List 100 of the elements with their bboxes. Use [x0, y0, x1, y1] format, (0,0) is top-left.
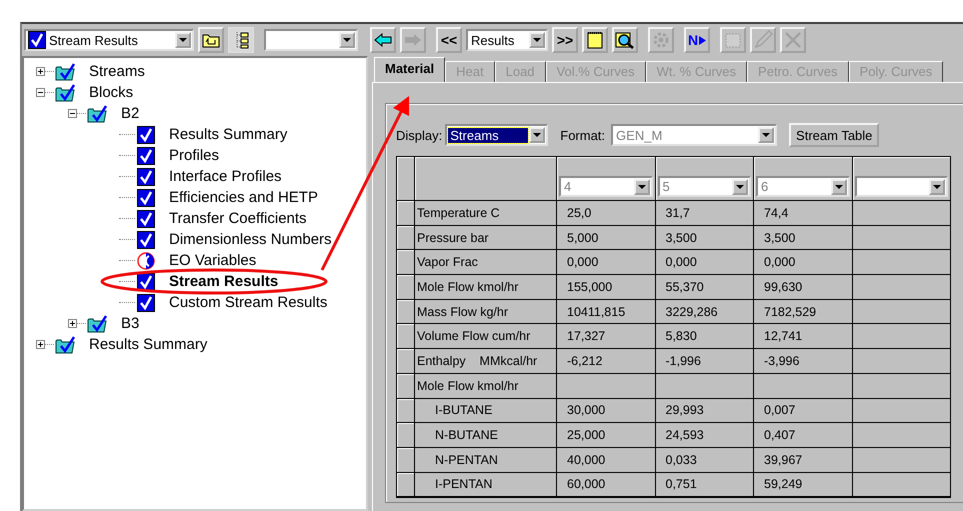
table-cell: Mole Flow kmol/hr: [415, 374, 557, 398]
next-button[interactable]: N: [684, 27, 710, 53]
tree-button[interactable]: [228, 27, 254, 53]
caret-icon: [533, 133, 542, 137]
row-header[interactable]: [397, 472, 415, 498]
tree-item[interactable]: Interface Profiles: [169, 169, 282, 184]
checkbox-icon: [137, 210, 155, 228]
tree-item[interactable]: Efficiencies and HETP: [169, 190, 318, 205]
delete-icon: [784, 31, 802, 49]
table-cell: -1,996: [656, 349, 754, 374]
arrow-icon: [699, 36, 706, 44]
dropdown-button[interactable]: [175, 32, 191, 48]
checkbox-icon: [137, 146, 155, 164]
table-cell: 99,630: [754, 275, 852, 300]
tree-item[interactable]: Stream Results: [169, 274, 278, 289]
table-cell: -3,996: [754, 349, 852, 374]
tree-item[interactable]: Blocks: [89, 85, 134, 100]
dropdown-button[interactable]: [529, 127, 546, 143]
table-cell: Mass Flow kg/hr: [415, 300, 557, 324]
row-header[interactable]: [397, 324, 415, 350]
table-cell: 29,993: [656, 398, 754, 424]
table-cell: 0,000: [754, 250, 852, 276]
tree-item[interactable]: Profiles: [169, 148, 220, 163]
dotted-frame-icon: [724, 31, 742, 49]
table-cell: 25,000: [557, 423, 656, 448]
tree-item[interactable]: Transfer Coefficients: [169, 211, 307, 226]
row-header[interactable]: [397, 349, 415, 374]
stream-dropdown[interactable]: 4: [559, 176, 652, 197]
caret-icon: [638, 184, 646, 188]
folder-check-icon: [87, 104, 107, 122]
dropdown-button[interactable]: [339, 32, 355, 48]
view-dropdown[interactable]: Stream Results: [24, 29, 194, 51]
caret-icon: [834, 184, 842, 188]
table-cell: I-PENTAN: [415, 472, 557, 498]
folder-check-icon: [87, 314, 107, 332]
dropdown-button[interactable]: [529, 32, 545, 48]
display-dropdown[interactable]: Streams: [445, 124, 548, 146]
stream-table-button[interactable]: Stream Table: [789, 123, 880, 147]
tree-item[interactable]: Custom Stream Results: [169, 295, 328, 310]
row-header[interactable]: [397, 398, 415, 424]
table-cell: 3229,286: [656, 300, 754, 324]
row-header[interactable]: [397, 374, 415, 398]
checkbox-icon: [137, 230, 155, 248]
tab[interactable]: Material: [374, 57, 446, 82]
expand-icon[interactable]: [36, 67, 45, 76]
back-button[interactable]: [370, 27, 396, 53]
format-label: Format:: [560, 128, 606, 142]
table-cell: 12,741: [754, 324, 852, 350]
table-cell: Vapor Frac: [415, 250, 557, 276]
expand-icon[interactable]: [36, 340, 45, 349]
expand-icon[interactable]: [68, 319, 77, 328]
table-cell: 5,000: [557, 226, 656, 250]
sheet-dropdown[interactable]: Results: [466, 29, 548, 51]
tree-item[interactable]: EO Variables: [169, 253, 256, 268]
row-header[interactable]: [397, 250, 415, 276]
checkbox-icon: [137, 294, 155, 312]
dropdown-button[interactable]: [732, 178, 748, 194]
tree-item[interactable]: Dimensionless Numbers: [169, 232, 332, 247]
row-header[interactable]: [397, 201, 415, 226]
right-arrow-icon: [404, 33, 422, 47]
inspect-button[interactable]: [612, 27, 638, 53]
row-header[interactable]: [397, 275, 415, 300]
tree-item[interactable]: B3: [121, 316, 140, 331]
gear-icon: [652, 31, 670, 49]
stream-dropdown[interactable]: 5: [658, 176, 751, 197]
dropdown-button[interactable]: [929, 178, 945, 194]
dropdown-button[interactable]: [634, 178, 650, 194]
tree-item[interactable]: Results Summary: [169, 127, 288, 142]
collapse-icon[interactable]: [36, 88, 45, 97]
table-cell: N-PENTAN: [415, 448, 557, 473]
table-cell: Volume Flow cum/hr: [415, 324, 557, 350]
checkbox-icon: [137, 188, 155, 206]
dropdown-field[interactable]: [264, 29, 358, 51]
caret-icon: [762, 133, 770, 137]
tree-item[interactable]: Results Summary: [89, 337, 208, 352]
table-cell: 10411,815: [557, 300, 656, 324]
display-label: Display:: [396, 128, 442, 142]
tree-item[interactable]: Streams: [89, 64, 145, 79]
caret-icon: [736, 184, 744, 188]
row-header[interactable]: [397, 448, 415, 473]
tree-item[interactable]: B2: [121, 106, 140, 121]
table-cell: 3,500: [656, 226, 754, 250]
notes-button[interactable]: [582, 27, 608, 53]
table-cell: 55,370: [656, 275, 754, 300]
table-cell: 0,751: [656, 472, 754, 498]
table-cell: -6,212: [557, 349, 656, 374]
row-header[interactable]: [397, 226, 415, 250]
table-cell: 17,327: [557, 324, 656, 350]
stream-dropdown[interactable]: 6: [756, 176, 850, 197]
left-arrow-icon: [374, 33, 392, 47]
dropdown-button[interactable]: [830, 178, 846, 194]
magnifier-icon: [615, 31, 635, 49]
row-header[interactable]: [397, 423, 415, 448]
caret-icon: [533, 38, 541, 42]
first-button[interactable]: <<: [436, 27, 462, 53]
collapse-icon[interactable]: [68, 109, 77, 118]
last-button[interactable]: >>: [552, 27, 578, 53]
table-cell: N-BUTANE: [415, 423, 557, 448]
folder-check-icon: [55, 336, 75, 354]
row-header[interactable]: [397, 300, 415, 324]
